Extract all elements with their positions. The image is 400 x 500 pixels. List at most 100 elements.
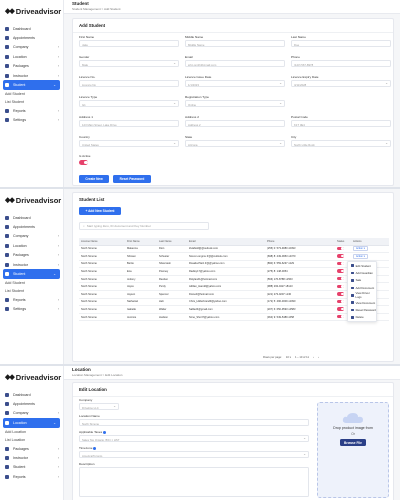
sidebar-item-dashboard[interactable]: Dashboard bbox=[0, 24, 63, 33]
rows-per-page-select[interactable]: 10 ▾ bbox=[286, 355, 291, 359]
status-toggle[interactable] bbox=[337, 246, 344, 251]
sidebar-item-packages[interactable]: Packages › bbox=[0, 444, 63, 453]
search-input[interactable]: ⌕ Start typing Zero, ID document and Key… bbox=[79, 222, 209, 230]
table-row[interactable]: North Simone Isabelle Walter Sallie24@gmail… bbox=[79, 305, 389, 314]
licence-type-select[interactable]: G1 bbox=[79, 100, 179, 107]
brand-logo[interactable]: ◆◆ Driveadvisor bbox=[0, 0, 63, 22]
licence-expiry-select[interactable]: 4/11/2028 bbox=[291, 80, 391, 87]
action-dropdown-button[interactable]: Action ▾ bbox=[353, 246, 368, 252]
menu-item-sale[interactable]: Sale bbox=[348, 277, 376, 284]
action-dropdown-button[interactable]: Action ▾ bbox=[353, 253, 368, 259]
email-input[interactable]: john.smith@gmail.com bbox=[185, 60, 285, 67]
sidebar-item-reports[interactable]: Reports › bbox=[0, 106, 63, 115]
timezone-select[interactable]: America/Toronto bbox=[79, 451, 309, 458]
sidebar-item-add-location[interactable]: Add Location bbox=[0, 428, 63, 436]
sidebar-item-location[interactable]: Location › bbox=[0, 241, 63, 250]
sidebar-item-list-location[interactable]: List Location bbox=[0, 436, 63, 444]
sidebar-item-dashboard[interactable]: Dashboard bbox=[0, 213, 63, 222]
sidebar-item-list-student[interactable]: List Student bbox=[0, 287, 63, 295]
first-name-input[interactable]: Jake bbox=[79, 40, 179, 47]
sidebar-item-packages[interactable]: Packages › bbox=[0, 62, 63, 71]
city-select[interactable]: North Little Rock bbox=[291, 140, 391, 147]
address1-input[interactable]: 123 Main Street, Lake Drive bbox=[79, 120, 179, 127]
sidebar-item-location[interactable]: Location › bbox=[0, 52, 63, 61]
table-row[interactable]: North Simone Nathaniel Heb Chris_Hilderbran… bbox=[79, 298, 389, 307]
gender-select[interactable]: Male bbox=[79, 60, 179, 67]
sidebar-item-settings[interactable]: Settings › bbox=[0, 305, 63, 314]
menu-item-view-document[interactable]: View Document bbox=[348, 299, 376, 306]
status-toggle[interactable] bbox=[337, 299, 344, 304]
sidebar-item-company[interactable]: Company › bbox=[0, 232, 63, 241]
applicable-taxes-select[interactable]: Sales Tax Ontario (5%) × HST bbox=[79, 435, 309, 442]
sidebar-item-appointments[interactable]: Appointments bbox=[0, 222, 63, 231]
prev-page-button[interactable]: ‹ bbox=[313, 356, 314, 359]
menu-item-reset-password[interactable]: Reset Password bbox=[348, 306, 376, 313]
sidebar-item-add-student[interactable]: Add Student bbox=[0, 279, 63, 287]
sidebar-item-dashboard[interactable]: Dashboard bbox=[0, 390, 63, 399]
create-new-button[interactable]: Create New bbox=[79, 175, 109, 183]
sidebar-item-reports[interactable]: Reports › bbox=[0, 295, 63, 304]
sidebar-item-student[interactable]: Student › bbox=[0, 463, 63, 472]
status-toggle[interactable] bbox=[337, 254, 344, 258]
table-row[interactable]: North Simone Jeromie Hudson Sime_Short7@yah… bbox=[79, 313, 389, 322]
table-row[interactable]: North Simone Shireen Schuster Norve.Longmu.… bbox=[79, 252, 389, 261]
brand-logo[interactable]: ◆◆ Driveadvisor bbox=[0, 189, 63, 211]
image-dropzone[interactable]: Drop product image from Or Browse File bbox=[317, 402, 389, 498]
sidebar-item-instructor[interactable]: Instructor › bbox=[0, 453, 63, 462]
location-name-input[interactable]: North Simone bbox=[79, 419, 309, 426]
address2-input[interactable]: Address 2 bbox=[185, 120, 285, 127]
last-name-input[interactable]: Doe bbox=[291, 40, 391, 47]
table-row[interactable]: North Simone Bertie Silverstein Rosalia.Pla… bbox=[79, 260, 389, 269]
sidebar-item-company[interactable]: Company › bbox=[0, 43, 63, 52]
sidebar-item-instructor[interactable]: Instructor › bbox=[0, 71, 63, 80]
description-textarea[interactable] bbox=[79, 467, 309, 497]
table-row[interactable]: North Simone Jayson Spencer Dorse3@hotmail.… bbox=[79, 290, 389, 299]
country-select[interactable]: United States bbox=[79, 140, 179, 147]
registration-type-select[interactable]: Online bbox=[185, 100, 285, 107]
column-header[interactable]: Last Name bbox=[157, 238, 187, 246]
middle-name-input[interactable]: Middle Name bbox=[185, 40, 285, 47]
sidebar-item-appointments[interactable]: Appointments bbox=[0, 399, 63, 408]
sidebar-item-settings[interactable]: Settings › bbox=[0, 116, 63, 125]
column-header[interactable]: Phone bbox=[265, 238, 335, 246]
is-active-toggle[interactable] bbox=[79, 160, 88, 165]
add-new-student-button[interactable]: + Add New Student bbox=[79, 207, 121, 215]
column-header[interactable]: Status bbox=[335, 238, 351, 246]
menu-item-edit-student[interactable]: Edit Student bbox=[348, 262, 376, 269]
brand-logo[interactable]: ◆◆ Driveadvisor bbox=[0, 366, 63, 388]
licence-no-input[interactable]: Licence No bbox=[79, 80, 179, 87]
menu-item-view-driver-logs[interactable]: View Driver Logs bbox=[348, 291, 376, 299]
column-header[interactable]: Actions bbox=[351, 238, 389, 246]
table-row[interactable]: North Simone Jettony Reuben Rolyland1@hotma… bbox=[79, 275, 389, 284]
sidebar-item-appointments[interactable]: Appointments bbox=[0, 33, 63, 42]
sidebar-item-list-student[interactable]: List Student bbox=[0, 98, 63, 106]
menu-item-delete[interactable]: Delete bbox=[348, 314, 376, 321]
sidebar-item-packages[interactable]: Packages › bbox=[0, 251, 63, 260]
reset-password-button[interactable]: Reset Password bbox=[113, 175, 151, 183]
status-toggle[interactable] bbox=[337, 284, 344, 289]
licence-issue-select[interactable]: 1/1/2023 bbox=[185, 80, 285, 87]
table-row[interactable]: North Simone Makenna Dion Zulafield@@outloo… bbox=[79, 245, 389, 254]
sidebar-item-instructor[interactable]: Instructor › bbox=[0, 260, 63, 269]
status-toggle[interactable] bbox=[337, 261, 344, 266]
menu-item-add-guardian[interactable]: Add Guardian bbox=[348, 269, 376, 276]
sidebar-item-add-student[interactable]: Add Student bbox=[0, 90, 63, 98]
postal-code-input[interactable]: K1T 3E4 bbox=[291, 120, 391, 127]
next-page-button[interactable]: › bbox=[318, 356, 319, 359]
state-select[interactable]: Arizona bbox=[185, 140, 285, 147]
company-select[interactable]: Driveline LLC bbox=[79, 403, 119, 410]
sidebar-item-student[interactable]: Student ⌄ bbox=[3, 269, 60, 279]
table-row[interactable]: North Simone Ena Powney Radley17@yahoo.com(… bbox=[79, 267, 389, 276]
column-header[interactable]: First Name bbox=[125, 238, 157, 246]
sidebar-item-location[interactable]: Location ⌄ bbox=[3, 418, 60, 428]
sidebar-item-reports[interactable]: Reports › bbox=[0, 472, 63, 481]
sidebar-item-student[interactable]: Student ⌄ bbox=[3, 80, 60, 90]
status-toggle[interactable] bbox=[337, 269, 344, 273]
status-toggle[interactable] bbox=[337, 307, 344, 311]
status-toggle[interactable] bbox=[337, 314, 344, 319]
phone-input[interactable]: (123) 567-8978 bbox=[291, 60, 391, 67]
status-toggle[interactable] bbox=[337, 292, 344, 296]
table-row[interactable]: North Simone Jayce Purdy Adilian_Harold@yah… bbox=[79, 282, 389, 292]
column-header[interactable]: Email bbox=[187, 238, 265, 246]
sidebar-item-company[interactable]: Company › bbox=[0, 409, 63, 418]
